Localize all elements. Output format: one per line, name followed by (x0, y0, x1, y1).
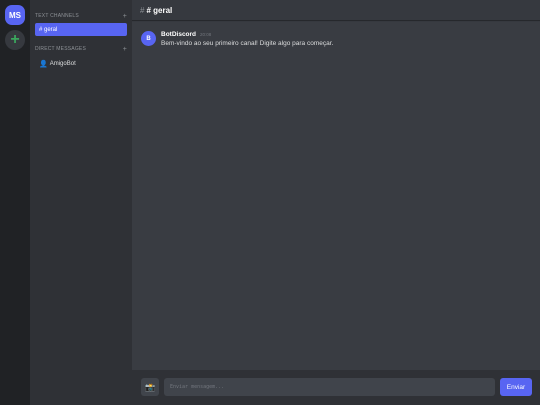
text-channels-header: TEXT CHANNELS + (35, 11, 127, 21)
channel-sidebar: TEXT CHANNELS + # geral DIRECT MESSAGES … (30, 0, 132, 405)
server-icon-ms[interactable]: MS (5, 5, 25, 25)
message-text: Bem-vindo ao seu primeiro canal! Digite … (161, 40, 334, 47)
dm-label: AmigoBot (49, 60, 76, 67)
person-icon: 👤 (39, 60, 48, 68)
server-rail: MS + (0, 0, 30, 405)
channel-label: # geral (39, 26, 58, 33)
channel-header: # # geral (132, 0, 540, 21)
direct-messages-label: DIRECT MESSAGES (35, 46, 86, 52)
hash-icon: # (140, 5, 145, 15)
message-item: B BotDiscord 20:08 Bem-vindo ao seu prim… (141, 31, 333, 47)
add-server-button[interactable]: + (5, 30, 25, 50)
camera-icon[interactable]: 📸 (141, 378, 159, 396)
text-channels-label: TEXT CHANNELS (35, 13, 79, 19)
add-dm-button[interactable]: + (123, 46, 127, 53)
message-composer: 📸 Enviar (132, 370, 540, 405)
message-timestamp: 20:08 (200, 32, 212, 37)
message-list: B BotDiscord 20:08 Bem-vindo ao seu prim… (132, 22, 540, 370)
page-title: # geral (146, 5, 173, 15)
add-channel-button[interactable]: + (123, 13, 127, 20)
main-panel: # # geral B BotDiscord 20:08 Bem-vindo a… (132, 0, 540, 405)
avatar[interactable]: B (141, 31, 156, 46)
channel-item-geral[interactable]: # geral (35, 23, 127, 36)
message-input[interactable] (164, 378, 495, 396)
direct-messages-header: DIRECT MESSAGES + (35, 44, 127, 54)
send-button[interactable]: Enviar (500, 378, 532, 396)
message-author[interactable]: BotDiscord (161, 31, 196, 38)
dm-item-amigobot[interactable]: 👤 AmigoBot (35, 57, 127, 70)
